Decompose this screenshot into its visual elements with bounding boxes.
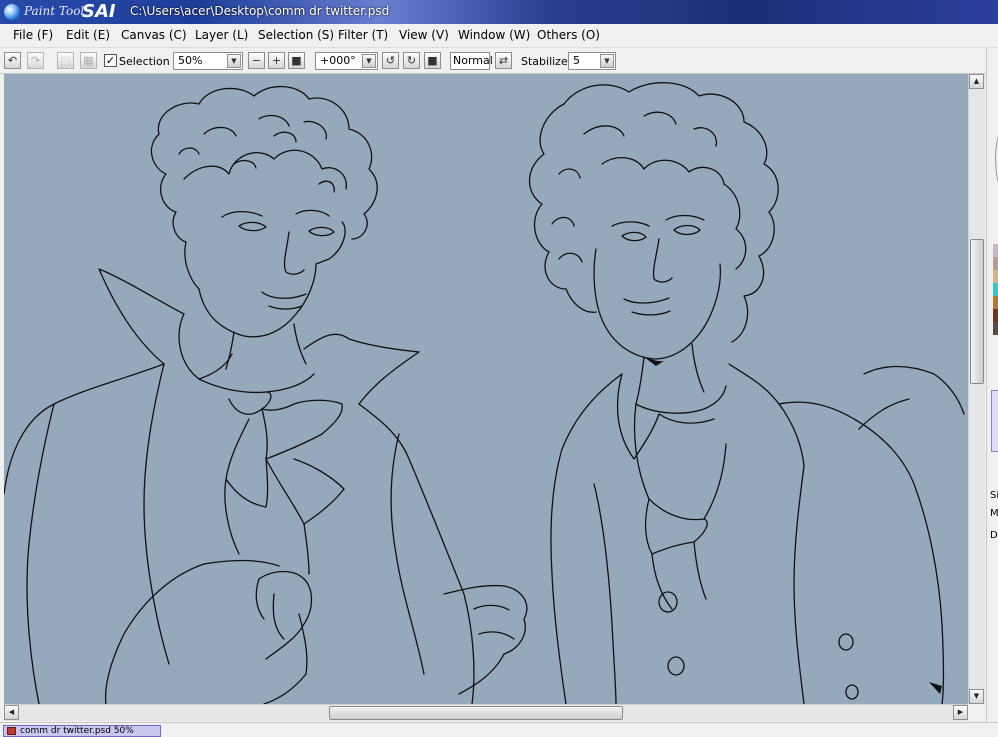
zoom-in-icon[interactable]: + xyxy=(268,52,285,69)
chevron-down-icon: ▼ xyxy=(600,54,614,68)
menu-layer[interactable]: Layer (L) xyxy=(195,28,248,42)
selection-checkbox[interactable]: ✓ xyxy=(104,54,117,67)
stabilizer-label: Stabilizer xyxy=(521,55,573,68)
size-label: Si xyxy=(990,490,998,501)
blend-mode-label: Normal xyxy=(453,54,493,67)
app-logo: Paint Tool SAI xyxy=(4,1,119,22)
line-art-drawing xyxy=(4,82,965,704)
horizontal-scrollbar[interactable]: ◀ ▶ xyxy=(4,704,968,721)
vertical-scroll-thumb[interactable] xyxy=(970,239,984,384)
swatch-color[interactable] xyxy=(993,309,998,322)
mode-label: M xyxy=(990,508,998,519)
sai-logo-icon xyxy=(4,4,20,20)
right-panel: Si M De xyxy=(986,48,998,724)
logo-text: Paint Tool xyxy=(24,4,85,18)
menu-canvas[interactable]: Canvas (C) xyxy=(121,28,187,42)
invert-selection-icon[interactable]: ▦ xyxy=(80,52,97,69)
horizontal-scroll-thumb[interactable] xyxy=(329,706,623,720)
toolbar: ↶ ↷ ⬚ ▦ ✓ Selection 50% ▼ − + ■ +000° ▼ … xyxy=(0,48,998,74)
swatch-color[interactable] xyxy=(993,244,998,257)
zoom-value: 50% xyxy=(178,54,203,67)
rotate-ccw-icon[interactable]: ↺ xyxy=(382,52,399,69)
zoom-out-icon[interactable]: − xyxy=(248,52,265,69)
scroll-left-icon[interactable]: ◀ xyxy=(4,705,19,720)
menu-selection[interactable]: Selection (S) xyxy=(258,28,334,42)
swatch-color[interactable] xyxy=(993,296,998,309)
scroll-up-icon[interactable]: ▲ xyxy=(969,74,984,89)
menu-file[interactable]: File (F) xyxy=(13,28,53,42)
selection-label: Selection xyxy=(119,55,170,68)
rotate-cw-icon[interactable]: ↻ xyxy=(403,52,420,69)
vertical-scrollbar[interactable]: ▲ ▼ xyxy=(968,74,985,704)
redo-icon[interactable]: ↷ xyxy=(27,52,44,69)
scroll-right-icon[interactable]: ▶ xyxy=(953,705,968,720)
undo-icon[interactable]: ↶ xyxy=(4,52,21,69)
swatch-color[interactable] xyxy=(993,270,998,283)
menu-others[interactable]: Others (O) xyxy=(537,28,600,42)
deselect-icon[interactable]: ⬚ xyxy=(57,52,74,69)
status-bar: comm dr twitter.psd 50% xyxy=(0,722,998,737)
swatch-color[interactable] xyxy=(993,283,998,296)
canvas[interactable] xyxy=(4,74,968,704)
chevron-down-icon: ▼ xyxy=(362,54,376,68)
logo-sai-text: SAI xyxy=(82,1,116,22)
title-bar: Paint Tool SAI C:\Users\acer\Desktop\com… xyxy=(0,0,998,24)
stabilizer-select[interactable]: 5 ▼ xyxy=(568,52,616,70)
flip-icon[interactable]: ⇄ xyxy=(495,52,512,69)
tool-panel-box[interactable] xyxy=(991,390,998,452)
document-tab-label: comm dr twitter.psd 50% xyxy=(20,726,134,736)
rotation-select[interactable]: +000° ▼ xyxy=(315,52,378,70)
zoom-reset-icon[interactable]: ■ xyxy=(288,52,305,69)
swatch-color[interactable] xyxy=(993,257,998,270)
scroll-down-icon[interactable]: ▼ xyxy=(969,689,984,704)
menu-edit[interactable]: Edit (E) xyxy=(66,28,110,42)
rotation-reset-icon[interactable]: ■ xyxy=(424,52,441,69)
zoom-select[interactable]: 50% ▼ xyxy=(173,52,243,70)
document-tab[interactable]: comm dr twitter.psd 50% xyxy=(3,725,161,737)
menu-bar: File (F) Edit (E) Canvas (C) Layer (L) S… xyxy=(0,24,998,48)
chevron-down-icon: ▼ xyxy=(227,54,241,68)
rotation-value: +000° xyxy=(320,54,356,67)
blend-mode-button[interactable]: Normal xyxy=(450,52,493,70)
swatch-color[interactable] xyxy=(993,322,998,335)
density-label: De xyxy=(990,530,998,541)
stabilizer-value: 5 xyxy=(573,54,580,67)
menu-view[interactable]: View (V) xyxy=(399,28,449,42)
menu-window[interactable]: Window (W) xyxy=(458,28,530,42)
window-title: C:\Users\acer\Desktop\comm dr twitter.ps… xyxy=(130,4,390,18)
menu-filter[interactable]: Filter (T) xyxy=(338,28,388,42)
